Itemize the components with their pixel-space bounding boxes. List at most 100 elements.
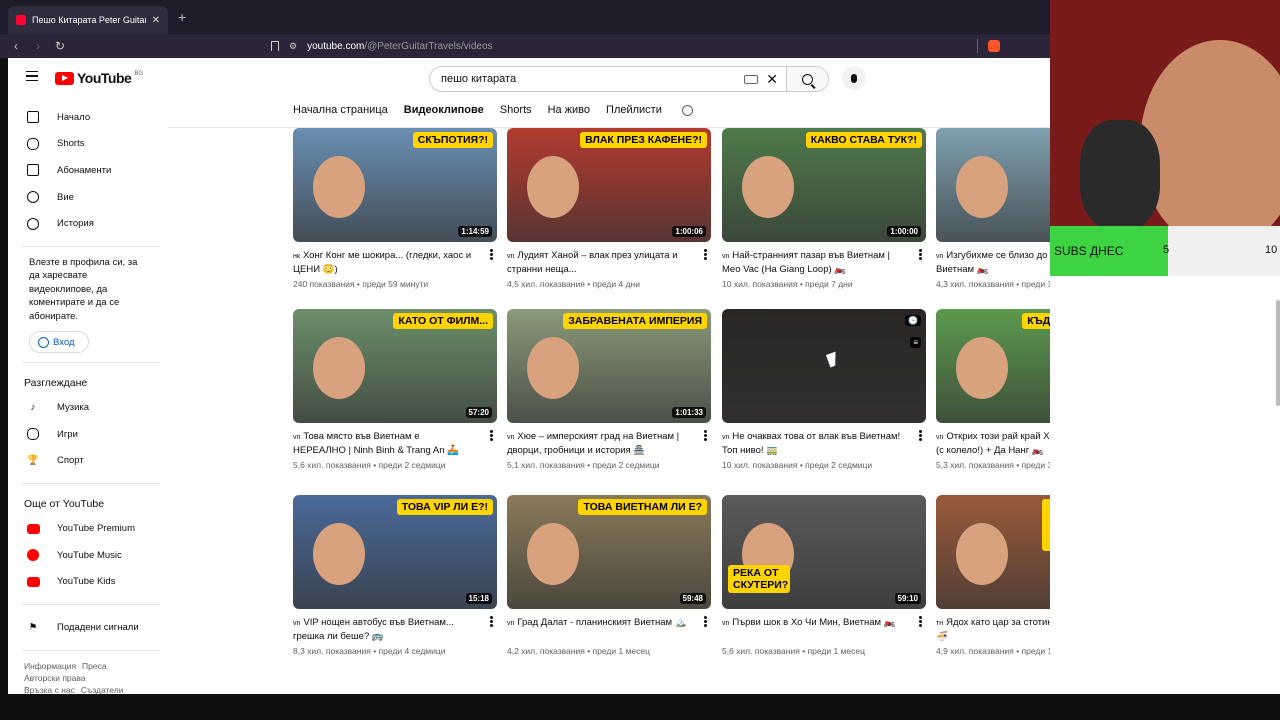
video-card[interactable]: ТОВА VIP ЛИ Е?! 15:18 vn VIP нощен автобус … bbox=[293, 495, 497, 656]
video-thumbnail[interactable]: 🕒 ≡ bbox=[722, 309, 926, 423]
video-title[interactable]: vn Не очаквах това от влак във Виетнам! Т… bbox=[722, 430, 904, 456]
video-thumbnail[interactable]: КАКВО СТАВА ТУК?! 1:00:00 bbox=[722, 128, 926, 242]
video-title[interactable]: нк Хонг Конг ме шокира... (гледки, хаос и… bbox=[293, 249, 475, 275]
video-title[interactable]: vn Най-странният пазар във Виетнам | Meo … bbox=[722, 249, 904, 275]
video-card[interactable]: РЕКА ОТ СКУТЕРИ? 59:10 vn Първи шок в Хо Чи… bbox=[722, 495, 926, 656]
video-title[interactable]: vn Това място във Виетнам е НЕРЕАЛНО | Ni… bbox=[293, 430, 475, 456]
sidebar-item-home[interactable]: Начало bbox=[8, 104, 168, 131]
signin-button[interactable]: Вход bbox=[29, 331, 89, 354]
video-title[interactable]: vn Лудият Ханой – влак през улицата и стр… bbox=[507, 249, 689, 275]
video-card[interactable]: МЕГА ВКУСНАТА ХРАНА В ЧАНГ МАЙ39:39 тнЯдо… bbox=[936, 495, 1050, 656]
sidebar-item-music[interactable]: ♪ Музика bbox=[8, 394, 168, 421]
footer-link[interactable]: Информация bbox=[24, 661, 76, 671]
video-thumbnail[interactable]: СКЪПОТИЯ?! 1:14:59 bbox=[293, 128, 497, 242]
more-actions-icon[interactable] bbox=[490, 430, 493, 441]
video-card[interactable]: КАКВО СТАВА ТУК?! 1:00:00 vn Най-странният … bbox=[722, 128, 926, 289]
video-thumbnail[interactable]: КАТО ОТ ФИЛМ... 57:20 bbox=[293, 309, 497, 423]
youtube-logo[interactable]: YouTube BG bbox=[55, 70, 143, 86]
browser-tab[interactable]: Пешо Китарата Peter Guitar Tra ✕ bbox=[8, 6, 168, 34]
video-card[interactable]: СКЪПОТИЯ?! 1:14:59 нк Хонг Конг ме шокира..… bbox=[293, 128, 497, 289]
menu-icon[interactable] bbox=[26, 71, 38, 81]
new-tab-icon[interactable]: + bbox=[178, 9, 186, 25]
video-thumbnail[interactable]: ЗАБРАВЕНАТА ИМПЕРИЯ 1:01:33 bbox=[507, 309, 711, 423]
more-actions-icon[interactable] bbox=[704, 430, 707, 441]
view-count: 4,5 хил. показвания bbox=[507, 279, 585, 289]
voice-search-button[interactable] bbox=[842, 66, 866, 90]
sidebar-item-shorts[interactable]: Shorts bbox=[8, 131, 168, 158]
video-title[interactable]: vn Първи шок в Хо Чи Мин, Виетнам 🏍️ bbox=[722, 616, 904, 642]
more-actions-icon[interactable] bbox=[704, 616, 707, 627]
video-title[interactable]: vnИзгубихме се близо до Giang Loop, Виет… bbox=[936, 249, 1050, 275]
sidebar-item-sport[interactable]: 🏆 Спорт bbox=[8, 448, 168, 475]
tab-live[interactable]: На живо bbox=[548, 104, 590, 124]
video-card[interactable]: ВЛАК ПРЕЗ КАФЕНЕ?! 1:00:06 vn Лудият Ханой … bbox=[507, 128, 711, 289]
sidebar-item-kids[interactable]: YouTube Kids bbox=[8, 568, 168, 595]
more-actions-icon[interactable] bbox=[919, 616, 922, 627]
sidebar-item-music-app[interactable]: YouTube Music bbox=[8, 542, 168, 569]
watch-later-icon[interactable]: 🕒 bbox=[905, 315, 921, 326]
forward-icon[interactable]: › bbox=[32, 39, 44, 53]
search-input[interactable]: пешо китарата bbox=[430, 73, 744, 85]
sidebar-item-subscriptions[interactable]: Абонаменти bbox=[8, 157, 168, 184]
video-card[interactable]: vnИзгубихме се близо до Giang Loop, Виет… bbox=[936, 128, 1050, 289]
video-thumbnail[interactable]: ВЛАК ПРЕЗ КАФЕНЕ?! 1:00:06 bbox=[507, 128, 711, 242]
video-duration: 15:18 bbox=[465, 593, 492, 604]
more-actions-icon[interactable] bbox=[704, 249, 707, 260]
tab-home[interactable]: Начална страница bbox=[293, 104, 388, 124]
video-title[interactable]: vnОткрих този рай край Хой Ан, Виетнам (… bbox=[936, 430, 1050, 456]
country-flag-label: vn bbox=[507, 620, 515, 627]
brave-shield-icon[interactable] bbox=[988, 40, 1000, 52]
video-thumbnail[interactable]: РЕКА ОТ СКУТЕРИ? 59:10 bbox=[722, 495, 926, 609]
tab-playlists[interactable]: Плейлисти bbox=[606, 104, 662, 124]
country-flag-label: vn bbox=[293, 434, 301, 441]
video-thumbnail[interactable]: МЕГА ВКУСНАТА ХРАНА В ЧАНГ МАЙ39:39 bbox=[936, 495, 1050, 609]
sidebar-item-history[interactable]: История bbox=[8, 210, 168, 237]
video-card[interactable]: ЗАБРАВЕНАТА ИМПЕРИЯ 1:01:33 vn Хюе – имперс… bbox=[507, 309, 711, 470]
sidebar-item-premium[interactable]: YouTube Premium bbox=[8, 515, 168, 542]
footer-link[interactable]: Авторски права bbox=[24, 673, 86, 683]
address-bar[interactable]: youtube.com/@PeterGuitarTravels/videos bbox=[307, 41, 492, 52]
signin-prompt: Влезте в профила си, за да харесвате вид… bbox=[29, 256, 138, 322]
search-button[interactable] bbox=[786, 67, 828, 91]
video-thumbnail[interactable]: ТОВА ВИЕТНАМ ЛИ Е? 59:48 bbox=[507, 495, 711, 609]
back-icon[interactable]: ‹ bbox=[10, 39, 22, 53]
channel-search-icon[interactable] bbox=[681, 104, 693, 116]
sidebar-item-games[interactable]: Игри bbox=[8, 421, 168, 448]
thumbnail-banner: ТОВА ВИЕТНАМ ЛИ Е? bbox=[578, 499, 707, 515]
video-thumbnail[interactable]: КЪДЕ ПОПАДНАХ?!1:00:21 bbox=[936, 309, 1050, 423]
video-card[interactable]: ТОВА ВИЕТНАМ ЛИ Е? 59:48 vn Град Далат - пл… bbox=[507, 495, 711, 656]
close-tab-icon[interactable]: ✕ bbox=[152, 15, 160, 26]
add-to-queue-icon[interactable]: ≡ bbox=[910, 337, 921, 348]
video-title[interactable]: тнЯдох като цар за стотинки в Чанг Май! … bbox=[936, 616, 1050, 642]
footer-link[interactable]: Преса bbox=[82, 661, 107, 671]
bookmark-icon[interactable] bbox=[271, 41, 279, 51]
scrollbar[interactable] bbox=[1276, 300, 1280, 406]
sidebar-item-you[interactable]: Вие bbox=[8, 184, 168, 211]
tab-videos[interactable]: Видеоклипове bbox=[404, 104, 484, 124]
video-title[interactable]: vn Град Далат - планинският Виетнам 🏔️ bbox=[507, 616, 689, 642]
video-card[interactable]: КАТО ОТ ФИЛМ... 57:20 vn Това място във Вие… bbox=[293, 309, 497, 470]
more-actions-icon[interactable] bbox=[490, 616, 493, 627]
sidebar: Начало Shorts Абонаменти Вие История Вле… bbox=[8, 98, 168, 694]
video-card[interactable]: 🕒 ≡ vn Не очаквах това от влак във Виетнам!… bbox=[722, 309, 926, 470]
clear-search-icon[interactable]: ✕ bbox=[766, 71, 778, 88]
more-actions-icon[interactable] bbox=[919, 430, 922, 441]
keyboard-icon[interactable] bbox=[744, 74, 759, 84]
site-info-icon[interactable]: ⚙ bbox=[289, 41, 297, 52]
video-title[interactable]: vn VIP нощен автобус във Виетнам... грешк… bbox=[293, 616, 475, 642]
sidebar-item-label: История bbox=[57, 218, 94, 230]
video-thumbnail[interactable] bbox=[936, 128, 1050, 242]
more-actions-icon[interactable] bbox=[490, 249, 493, 260]
tab-shorts[interactable]: Shorts bbox=[500, 104, 532, 124]
video-title[interactable]: vn Хюе – имперският град на Виетнам | дво… bbox=[507, 430, 689, 456]
more-actions-icon[interactable] bbox=[919, 249, 922, 260]
meta-separator: • bbox=[799, 646, 808, 656]
video-card[interactable]: КЪДЕ ПОПАДНАХ?!1:00:21 vnОткрих този рай … bbox=[936, 309, 1050, 470]
video-thumbnail[interactable]: ТОВА VIP ЛИ Е?! 15:18 bbox=[293, 495, 497, 609]
sidebar-item-report[interactable]: ⚑ Подадени сигнали bbox=[8, 614, 168, 641]
music-icon: ♪ bbox=[30, 402, 36, 414]
reload-icon[interactable]: ↻ bbox=[54, 39, 66, 53]
footer-link[interactable]: Създатели bbox=[81, 685, 124, 694]
footer-link[interactable]: Връзка с нас bbox=[24, 685, 75, 694]
divider bbox=[22, 362, 160, 364]
